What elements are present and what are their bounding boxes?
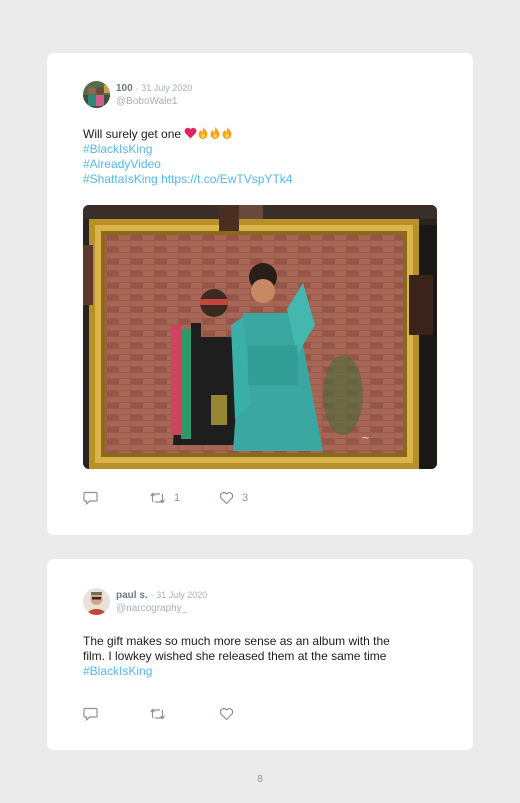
reply-button[interactable] (83, 706, 98, 722)
avatar[interactable] (83, 588, 110, 615)
tweet-date[interactable]: 31 July 2020 (141, 83, 192, 93)
tweet-card: 100 · 31 July 2020 @BoboWale1 Will surel… (47, 53, 473, 535)
author-name[interactable]: 100 (116, 83, 133, 94)
tweet-body: Will surely get one (83, 127, 182, 141)
tweet-line: film. I lowkey wished she released them … (83, 649, 387, 663)
like-count: 3 (242, 492, 249, 504)
heart-emoji-icon (184, 127, 197, 139)
tweet-card: paul s. · 31 July 2020 @narcography_ The… (47, 559, 473, 750)
hashtag-link[interactable]: #AlreadyVideo (83, 157, 453, 172)
like-button[interactable]: 3 (219, 490, 248, 506)
tweet-header: 100 · 31 July 2020 @BoboWale1 (116, 82, 192, 108)
hashtag-link[interactable]: #ShattaIsKing (83, 172, 158, 186)
retweet-button[interactable] (149, 706, 174, 722)
reply-button[interactable] (83, 490, 98, 506)
retweet-count: 1 (174, 492, 181, 504)
svg-text:~: ~ (361, 431, 370, 444)
fire-emoji-icon (210, 126, 220, 139)
tweet-actions: 1 3 (83, 490, 383, 506)
tweet-header: paul s. · 31 July 2020 @narcography_ (116, 589, 207, 615)
author-name[interactable]: paul s. (116, 590, 148, 601)
like-icon (219, 492, 234, 505)
fire-emoji-icon (198, 126, 208, 139)
tweet-line: #ShattaIsKing https://t.co/EwTVspYTk4 (83, 172, 453, 187)
retweet-button[interactable]: 1 (149, 490, 180, 506)
hashtag-link[interactable]: #BlackIsKing (83, 664, 453, 679)
tweet-line: Will surely get one (83, 126, 453, 142)
author-handle[interactable]: @BoboWale1 (116, 95, 192, 108)
hashtag-link[interactable]: #BlackIsKing (83, 142, 453, 157)
like-button[interactable] (219, 706, 242, 722)
tweet-photo[interactable]: ~ (83, 205, 437, 469)
fire-emoji-icon (222, 126, 232, 139)
avatar[interactable] (83, 81, 110, 108)
retweet-icon (150, 708, 165, 720)
tweet-date[interactable]: 31 July 2020 (156, 590, 207, 600)
page-number: 8 (257, 774, 263, 785)
separator: · (135, 83, 139, 93)
tweet-line: The gift makes so much more sense as an … (83, 634, 390, 648)
author-handle[interactable]: @narcography_ (116, 602, 207, 615)
tweet-url-link[interactable]: https://t.co/EwTVspYTk4 (161, 172, 292, 186)
like-icon (219, 708, 234, 721)
separator: · (150, 590, 154, 600)
tweet-text: The gift makes so much more sense as an … (83, 634, 453, 679)
tweet-text: Will surely get one #BlackIsKing #Alread… (83, 126, 453, 187)
reply-icon (83, 707, 98, 721)
tweet-actions (83, 706, 383, 722)
retweet-icon (150, 492, 165, 504)
reply-icon (83, 491, 98, 505)
